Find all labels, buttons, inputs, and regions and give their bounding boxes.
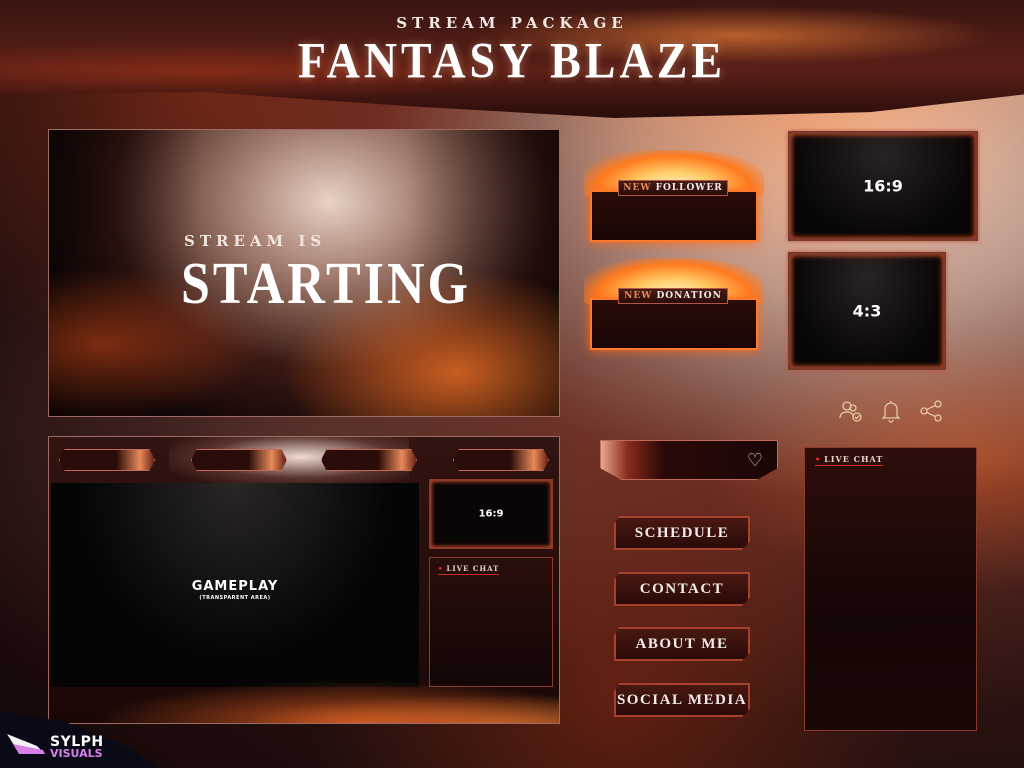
brand-subname: VISUALS [50,747,103,760]
alert-label: DONATION [656,291,722,301]
gameplay-webcam-frame: 16:9 [429,479,553,549]
chat-title: LIVE CHAT [438,564,500,575]
panel-contact[interactable]: CONTACT [614,572,750,606]
chat-title: LIVE CHAT [815,454,884,466]
alert-new-follower: NEW FOLLOWER [584,150,764,250]
webcam-ratio-label: 4:3 [852,301,882,321]
gameplay-area: GAMEPLAY (TRANSPARENT AREA) [51,483,419,687]
header-subtitle: STREAM PACKAGE [396,14,628,32]
alert-prefix: NEW [623,183,652,193]
panel-social-media[interactable]: SOCIAL MEDIA [614,683,750,717]
info-bar [191,449,287,471]
alert-new-donation: NEW DONATION [584,258,764,358]
starting-screen-preview: STREAM IS STARTING [48,129,560,417]
header-title: FANTASY BLAZE [297,32,727,89]
heart-panel: ♡ [600,440,778,480]
live-chat-box: LIVE CHAT [804,447,977,731]
info-bar [453,449,549,471]
webcam-ratio-label: 16:9 [863,176,903,196]
gameplay-sublabel: (TRANSPARENT AREA) [199,595,271,601]
heart-icon: ♡ [746,450,763,471]
social-icons [838,398,944,424]
alert-prefix: NEW [624,291,653,301]
panel-schedule[interactable]: SCHEDULE [614,516,750,550]
gameplay-label: GAMEPLAY [191,579,279,594]
starting-title: STARTING [181,251,471,317]
gameplay-chat-box: LIVE CHAT [429,557,553,687]
bell-icon [881,401,901,423]
webcam-frame-4-3: 4:3 [788,252,946,370]
wing-logo-icon [7,734,45,754]
webcam-ratio-label: 16:9 [478,508,504,520]
users-check-icon [839,401,862,422]
webcam-frame-16-9: 16:9 [788,131,978,241]
starting-subtitle: STREAM IS [184,232,327,250]
info-bar [59,449,155,471]
info-bar [321,449,417,471]
share-icon [920,400,942,422]
gameplay-overlay-preview: GAMEPLAY (TRANSPARENT AREA) 16:9 LIVE CH… [48,436,560,724]
alert-label: FOLLOWER [655,183,723,193]
panel-about-me[interactable]: ABOUT ME [614,627,750,661]
